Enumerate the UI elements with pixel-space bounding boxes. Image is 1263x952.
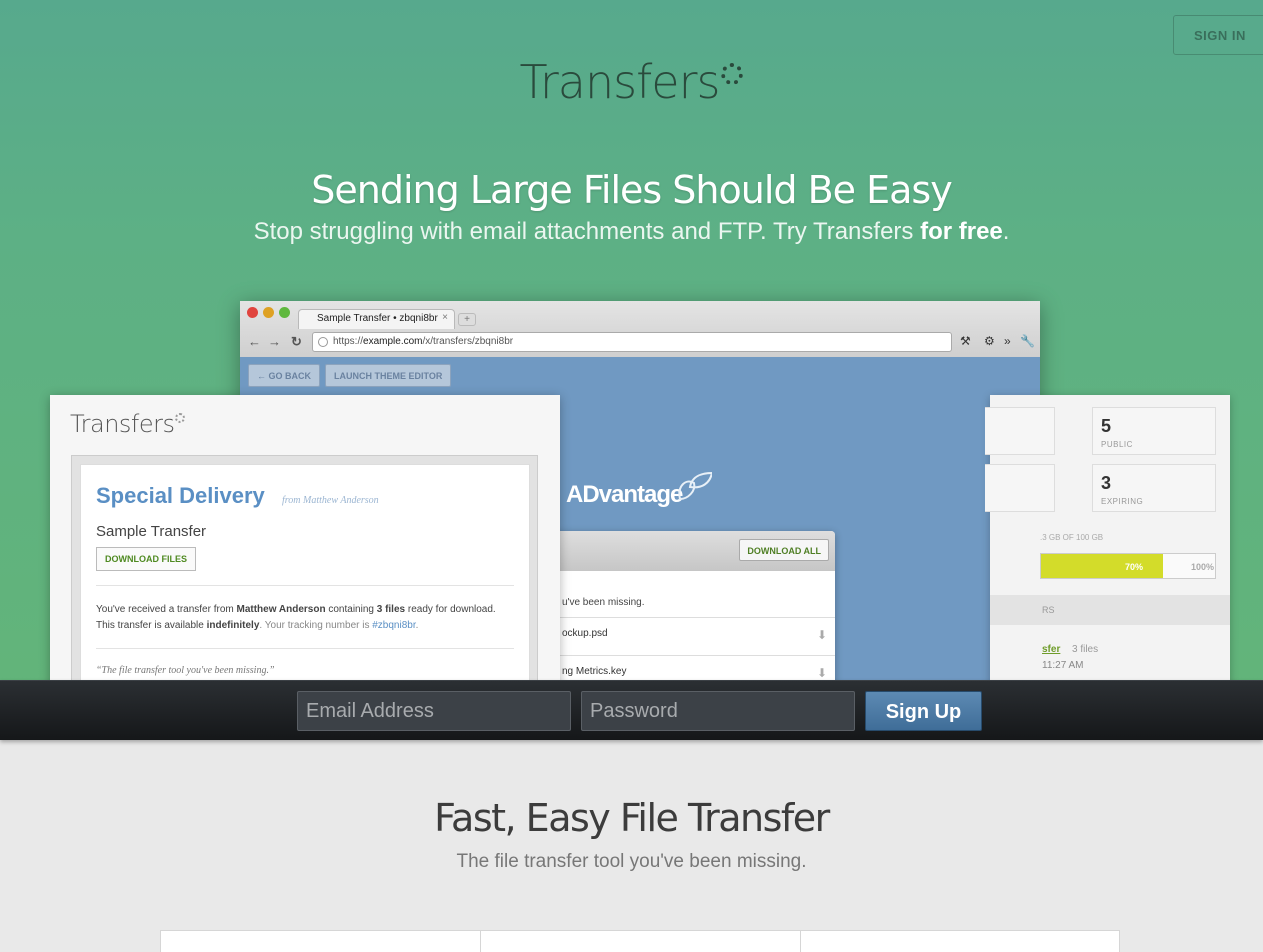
settings-icon: 🔧 xyxy=(1020,334,1035,348)
divider xyxy=(480,931,481,952)
msg-text: . xyxy=(415,620,419,631)
globe-icon xyxy=(318,337,328,347)
forward-arrow-icon: → xyxy=(268,334,281,349)
close-dot-icon xyxy=(247,307,258,318)
download-panel: DOWNLOAD ALL u've been missing. ockup.ps… xyxy=(540,531,835,680)
progress-max: 100% xyxy=(1191,562,1215,572)
email-title: Special Delivery xyxy=(96,483,265,508)
msg-sender: Matthew Anderson xyxy=(236,604,326,615)
back-arrow-icon: ← xyxy=(248,334,261,349)
msg-text: containing xyxy=(325,604,377,615)
transfer-name: Sample Transfer xyxy=(96,523,207,540)
hero-headline: Sending Large Files Should Be Easy xyxy=(311,168,952,212)
file-row: ockup.psd ⬇ xyxy=(540,617,835,655)
email-card: Special Delivery from Matthew Anderson S… xyxy=(80,464,530,680)
hero-section: SIGN IN Transfers Sending Large Files Sh… xyxy=(0,0,1263,680)
divider xyxy=(800,931,801,952)
feature-cards xyxy=(160,930,1120,952)
email-sender-line: from Matthew Anderson xyxy=(282,495,379,506)
logo-text: Transfers xyxy=(519,55,721,109)
file-row: ng Metrics.key ⬇ xyxy=(540,655,835,680)
stat-number: 3 xyxy=(1101,473,1112,493)
advantage-logo: ADvantage xyxy=(566,481,683,508)
preview-logo: Transfers xyxy=(70,410,185,438)
address-bar: https://example.com/x/transfers/zbqni8br xyxy=(312,332,952,352)
features-title: Fast, Easy File Transfer xyxy=(434,796,830,840)
url-scheme: https:// xyxy=(333,336,364,347)
msg-file-count: 3 files xyxy=(376,604,406,615)
stat-tile xyxy=(985,407,1055,455)
browser-tab: Sample Transfer • zbqni8br × xyxy=(298,309,455,329)
leaf-icon xyxy=(678,471,712,501)
password-input[interactable] xyxy=(581,691,855,731)
stat-tile xyxy=(985,464,1055,512)
tracking-number: #zbqni8br xyxy=(372,620,416,631)
transfer-link: sfer xyxy=(1042,644,1061,655)
download-tagline: u've been missing. xyxy=(562,597,645,608)
storage-usage-label: .3 GB OF 100 GB xyxy=(1040,533,1104,542)
msg-availability: indefinitely xyxy=(206,620,260,631)
divider xyxy=(96,648,514,649)
reload-icon: ↻ xyxy=(291,334,302,349)
signup-bar: Sign Up xyxy=(0,680,1263,740)
url-host: example.com xyxy=(363,336,423,347)
sign-up-button[interactable]: Sign Up xyxy=(865,691,982,731)
file-name: ockup.psd xyxy=(562,628,608,639)
hero-subheadline: Stop struggling with email attachments a… xyxy=(0,218,1263,246)
go-back-button: ← GO BACK xyxy=(248,364,320,387)
wrench-icon: ⚒ xyxy=(960,334,971,348)
section-band: RS xyxy=(990,595,1230,625)
hero-sub-period: . xyxy=(1002,218,1010,245)
email-input[interactable] xyxy=(297,691,571,731)
transfer-time: 11:27 AM xyxy=(1042,660,1084,671)
logo: Transfers xyxy=(0,55,1263,109)
hero-sub-emphasis: for free xyxy=(920,218,1003,245)
divider xyxy=(96,585,514,586)
file-name: ng Metrics.key xyxy=(562,666,627,677)
tab-close-icon: × xyxy=(442,312,448,323)
logo-mark-icon xyxy=(721,63,744,85)
browser-chrome: Sample Transfer • zbqni8br × + ← → ↻ http… xyxy=(240,301,1040,357)
download-all-button: DOWNLOAD ALL xyxy=(739,539,829,561)
stat-tile-expiring: 3 EXPIRING xyxy=(1092,464,1216,512)
stat-label: PUBLIC xyxy=(1101,440,1133,449)
url-path: /x/transfers/zbqni8br xyxy=(422,336,514,347)
email-quote: “The file transfer tool you've been miss… xyxy=(96,665,275,676)
logo-mark-icon xyxy=(174,413,185,423)
progress-percent: 70% xyxy=(1125,562,1144,572)
msg-text: You've received a transfer from xyxy=(96,604,237,615)
theme-editor-button: LAUNCH THEME EDITOR xyxy=(325,364,452,387)
email-message: You've received a transfer from Matthew … xyxy=(96,602,516,634)
minimize-dot-icon xyxy=(263,307,274,318)
stat-number: 5 xyxy=(1101,416,1112,436)
download-panel-header: DOWNLOAD ALL xyxy=(540,531,835,571)
stats-panel: 5 PUBLIC 3 EXPIRING .3 GB OF 100 GB 70% 10… xyxy=(985,395,1230,680)
email-frame: Special Delivery from Matthew Anderson S… xyxy=(71,455,538,680)
overflow-icon: » xyxy=(1004,334,1011,348)
storage-progress-bar: 70% 100% xyxy=(1040,553,1216,579)
msg-text: This transfer is available xyxy=(96,620,207,631)
download-arrow-icon: ⬇ xyxy=(816,628,827,642)
sign-in-button[interactable]: SIGN IN xyxy=(1173,15,1263,55)
transfer-file-count: 3 files xyxy=(1072,644,1099,655)
download-arrow-icon: ⬇ xyxy=(816,666,827,680)
msg-text: . Your tracking number is xyxy=(259,620,373,631)
msg-text: ready for download. xyxy=(405,604,496,615)
features-subtitle: The file transfer tool you've been missi… xyxy=(456,851,807,872)
storage-progress-fill xyxy=(1041,554,1163,578)
preview-logo-text: Transfers xyxy=(70,410,175,438)
tab-title: Sample Transfer • zbqni8br xyxy=(317,313,438,324)
maximize-dot-icon xyxy=(279,307,290,318)
email-preview-panel: Transfers Special Delivery from Matthew … xyxy=(50,395,560,680)
stat-label: EXPIRING xyxy=(1101,497,1144,506)
new-tab-icon: + xyxy=(458,313,476,326)
hero-sub-text: Stop struggling with email attachments a… xyxy=(253,218,921,245)
gear-icon: ⚙ xyxy=(984,334,995,348)
stat-tile-public: 5 PUBLIC xyxy=(1092,407,1216,455)
download-files-button: DOWNLOAD FILES xyxy=(96,547,196,571)
